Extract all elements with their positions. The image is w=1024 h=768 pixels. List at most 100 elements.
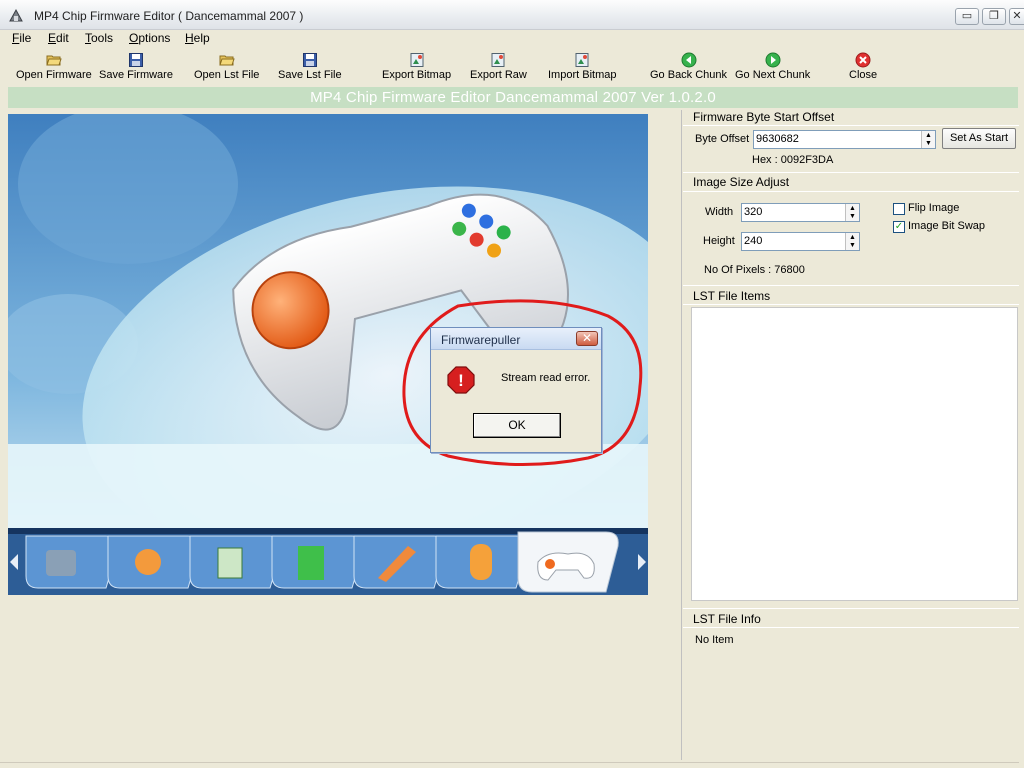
export-bitmap-label: Export Bitmap [382,69,452,81]
size-group-divider [683,191,1019,192]
lst-info-top-divider [683,608,1019,609]
go-back-chunk-label: Go Back Chunk [650,69,728,81]
dialog-close-button[interactable]: ✕ [576,331,598,346]
byte-offset-input[interactable]: 9630682 [753,130,936,149]
width-label: Width [705,206,734,218]
restore-button[interactable]: ❐ [982,8,1006,25]
window-title: MP4 Chip Firmware Editor ( Dancemammal 2… [34,9,304,23]
open-lst-button[interactable]: Open Lst File [194,52,259,81]
floppy-disk-icon [302,53,317,67]
hex-offset-readout: Hex : 0092F3DA [752,154,834,166]
height-spinner[interactable]: ▲ ▼ [845,233,859,250]
image-bit-swap-label: Image Bit Swap [908,220,986,232]
size-group-label: Image Size Adjust [693,175,790,189]
height-label: Height [703,235,735,247]
error-stop-icon: ! [447,366,475,394]
raw-export-icon [491,53,505,67]
spin-up-icon: ▲ [849,233,856,241]
menu-bar: File Edit Tools Options Help [0,30,1024,48]
lst-items-label: LST File Items [693,289,771,303]
offset-group-divider [683,125,1019,126]
menu-file-label: ile [19,31,32,45]
byte-offset-label: Byte Offset [695,133,750,145]
menu-file[interactable]: File [10,30,33,48]
import-bitmap-label: Import Bitmap [548,69,617,81]
pixel-count: No Of Pixels : 76800 [704,264,805,276]
status-bar [0,762,1019,768]
dialog-ok-button[interactable]: OK [473,413,561,438]
arrow-left-icon [681,52,697,68]
error-stop-icon-glyph: ! [458,371,464,390]
width-spinner[interactable]: ▲ ▼ [845,204,859,221]
go-back-chunk-button[interactable]: Go Back Chunk [650,52,727,81]
export-bitmap-button[interactable]: Export Bitmap [382,52,451,81]
dialog-title-bar: Firmwarepuller ✕ [431,328,601,350]
spin-down-icon: ▼ [849,241,856,249]
app-icon [9,8,23,22]
width-input[interactable]: 320 [741,203,860,222]
panel-vertical-divider [681,110,682,760]
set-as-start-button[interactable]: Set As Start [942,128,1016,149]
spin-up-icon: ▲ [925,131,932,139]
byte-offset-spinner[interactable]: ▲ ▼ [921,131,935,148]
save-lst-label: Save Lst File [278,69,342,81]
image-bit-swap-checkbox[interactable]: ✓ [893,221,905,233]
lst-file-items-list[interactable] [691,307,1018,601]
open-firmware-label: Open Firmware [16,69,92,81]
close-icon [855,52,871,68]
menu-options[interactable]: Options [127,30,172,48]
version-banner: MP4 Chip Firmware Editor Dancemammal 200… [8,87,1018,108]
width-value: 320 [744,206,763,218]
flip-image-checkbox[interactable] [893,203,905,215]
export-raw-button[interactable]: Export Raw [470,52,527,81]
spin-down-icon: ▼ [849,212,856,220]
icon-tab-strip [8,528,648,595]
menu-help[interactable]: Help [183,30,212,48]
height-value: 240 [744,235,763,247]
title-bar: MP4 Chip Firmware Editor ( Dancemammal 2… [0,0,1024,30]
go-next-chunk-label: Go Next Chunk [735,69,811,81]
dialog-message: Stream read error. [501,372,591,384]
checkmark-icon: ✓ [894,221,904,232]
height-input[interactable]: 240 [741,232,860,251]
lst-items-divider [683,304,1019,305]
save-lst-button[interactable]: Save Lst File [278,52,342,81]
save-firmware-label: Save Firmware [99,69,173,81]
lst-info-divider [683,627,1019,628]
menu-options-label: ptions [138,31,171,45]
menu-tools-label: ools [91,31,114,45]
go-next-chunk-button[interactable]: Go Next Chunk [735,52,810,81]
save-firmware-button[interactable]: Save Firmware [99,52,173,81]
dialog-title: Firmwarepuller [441,333,521,347]
floppy-disk-icon [128,53,143,67]
open-folder-icon [219,55,235,66]
close-button[interactable]: Close [849,52,877,81]
spin-down-icon: ▼ [925,139,932,147]
minimize-button[interactable]: ▭ [955,8,979,25]
menu-help-accel: H [185,31,194,45]
byte-offset-value: 9630682 [756,133,799,145]
lst-items-top-divider [683,285,1019,286]
import-bitmap-button[interactable]: Import Bitmap [548,52,616,81]
offset-group-label: Firmware Byte Start Offset [693,110,835,124]
window-close-button[interactable]: ✕ [1009,8,1024,25]
window-right-edge [1019,30,1024,768]
lst-info-value: No Item [695,634,734,646]
open-lst-label: Open Lst File [194,69,260,81]
toolbar: Open Firmware Save Firmware Open Lst Fil… [0,48,1024,86]
open-firmware-button[interactable]: Open Firmware [16,52,92,81]
arrow-right-icon [765,52,781,68]
bitmap-import-icon [575,53,589,67]
menu-tools[interactable]: Tools [83,30,115,48]
open-folder-icon [46,55,62,66]
menu-edit-label: dit [56,31,69,45]
export-raw-label: Export Raw [470,69,527,81]
spin-up-icon: ▲ [849,204,856,212]
menu-edit-accel: E [48,31,57,45]
size-group-top-divider [683,172,1019,173]
error-dialog: Firmwarepuller ✕ ! Stream read error. OK [430,327,602,453]
flip-image-label: Flip Image [908,202,960,214]
tab-strip-graphic [8,528,648,595]
menu-options-accel: O [129,31,139,45]
menu-edit[interactable]: Edit [46,30,71,48]
